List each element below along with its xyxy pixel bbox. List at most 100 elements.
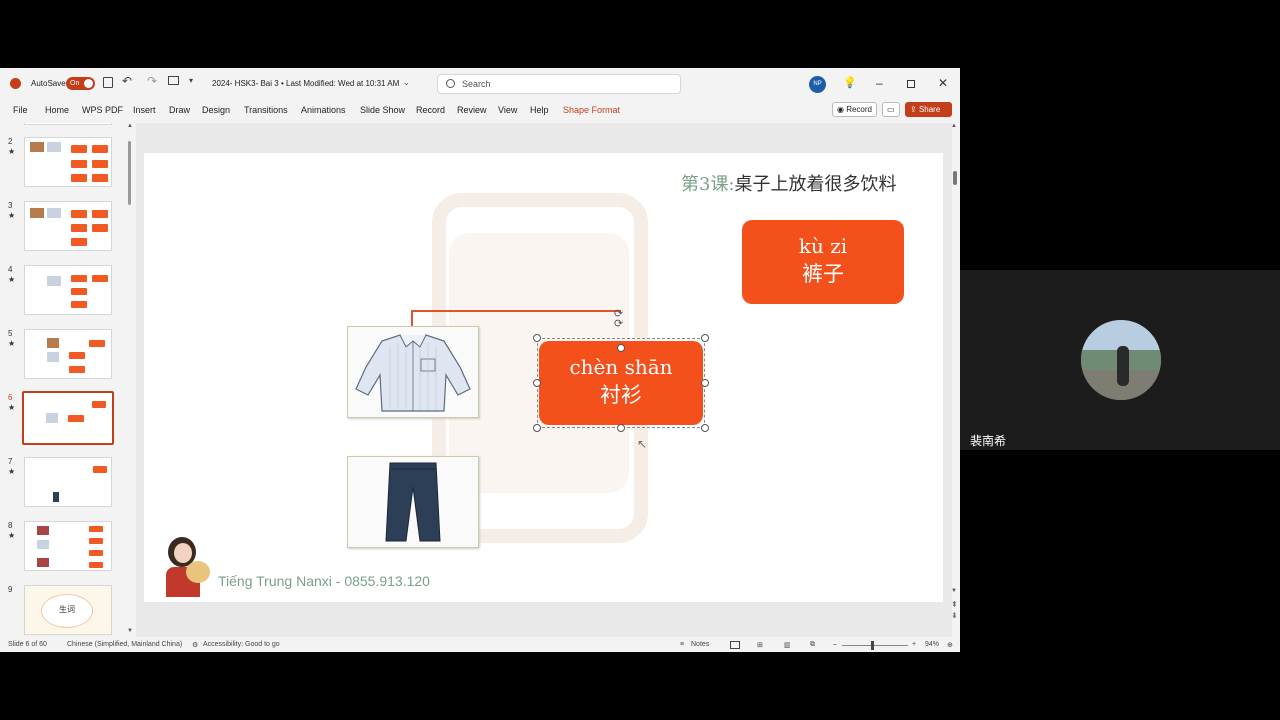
fit-slide-icon[interactable]: ⊕ <box>947 641 953 649</box>
kuzi-card[interactable]: kù zi 裤子 <box>742 220 904 304</box>
connector-line-horizontal[interactable] <box>411 310 621 312</box>
thumb-number: 5 <box>8 329 13 338</box>
resize-handle-s[interactable] <box>617 424 625 432</box>
search-box[interactable]: Search <box>437 74 681 94</box>
thumb-box <box>71 288 87 295</box>
zoom-out-icon[interactable]: – <box>833 641 837 648</box>
undo-icon[interactable]: ↶ <box>122 74 132 88</box>
redo-icon[interactable]: ↷ <box>147 74 157 88</box>
thumb-image <box>47 276 61 286</box>
footer-contact[interactable]: Tiếng Trung Nanxi - 0855.913.120 <box>218 573 430 589</box>
slide-thumb-1[interactable] <box>24 123 112 125</box>
tab-transitions[interactable]: Transitions <box>244 105 288 115</box>
next-slide-icon[interactable]: ⇟ <box>951 611 958 620</box>
thumb-box <box>71 145 87 153</box>
thumb-box <box>89 538 103 544</box>
resize-handle-ne[interactable] <box>701 334 709 342</box>
rotate-handle-icon[interactable]: ⟳ <box>614 317 623 330</box>
pants-picture[interactable] <box>347 456 479 548</box>
tab-insert[interactable]: Insert <box>133 105 156 115</box>
slide-thumb-6-selected[interactable] <box>22 391 114 445</box>
thumb-box <box>92 174 108 182</box>
thumbnail-scrollbar[interactable]: ▲ ▼ <box>127 123 133 637</box>
tab-design[interactable]: Design <box>202 105 230 115</box>
tab-home[interactable]: Home <box>45 105 69 115</box>
tab-view[interactable]: View <box>498 105 517 115</box>
chenshan-card[interactable]: chèn shān 衬衫 <box>539 341 703 425</box>
share-button[interactable]: ⇪ Share <box>905 102 952 117</box>
scroll-thumb[interactable] <box>128 141 131 205</box>
reading-view-icon[interactable]: ▥ <box>784 641 791 649</box>
slide-thumbnails-pane[interactable]: 2 ★ 3 ★ 4 ★ 5 ★ 6 ★ 7 ★ 8 ★ 9 生词 ▲ ▼ <box>0 123 136 637</box>
normal-view-icon[interactable] <box>730 641 740 649</box>
thumb-box <box>71 301 87 308</box>
minimize-button[interactable]: – <box>876 76 883 90</box>
slide-count[interactable]: Slide 6 of 60 <box>8 641 47 648</box>
scroll-up-icon[interactable]: ▲ <box>127 123 133 129</box>
video-call-panel: 裴南希 <box>960 270 1280 450</box>
slide-thumb-5[interactable] <box>24 329 112 379</box>
slide-scrollbar[interactable]: ▲ ▼ ⇞ ⇟ <box>951 123 959 637</box>
tab-record[interactable]: Record <box>416 105 445 115</box>
slide-thumb-3[interactable] <box>24 201 112 251</box>
thumb-title: 生词 <box>59 605 75 614</box>
tab-review[interactable]: Review <box>457 105 487 115</box>
slide-thumb-2[interactable] <box>24 137 112 187</box>
tab-animations[interactable]: Animations <box>301 105 346 115</box>
scroll-down-icon[interactable]: ▼ <box>127 628 133 634</box>
autosave-toggle[interactable]: On <box>66 77 95 90</box>
zoom-in-icon[interactable]: + <box>912 641 916 648</box>
customize-qat-icon[interactable]: ▾ <box>189 76 193 85</box>
scroll-down-icon[interactable]: ▼ <box>951 588 957 594</box>
teacher-illustration[interactable] <box>162 535 214 597</box>
tab-help[interactable]: Help <box>530 105 549 115</box>
participant-avatar[interactable] <box>1081 320 1161 400</box>
tab-shape-format[interactable]: Shape Format <box>563 105 620 115</box>
slide-thumb-7[interactable] <box>24 457 112 507</box>
tab-draw[interactable]: Draw <box>169 105 190 115</box>
present-icon[interactable] <box>168 76 179 85</box>
resize-handle-w[interactable] <box>533 379 541 387</box>
user-avatar[interactable]: NP <box>809 76 826 93</box>
thumb-image <box>47 142 61 152</box>
language-indicator[interactable]: Chinese (Simplified, Mainland China) <box>67 641 182 648</box>
lightbulb-icon[interactable]: 💡 <box>843 76 857 89</box>
scroll-thumb[interactable] <box>953 171 957 185</box>
prev-slide-icon[interactable]: ⇞ <box>951 600 958 609</box>
last-modified[interactable]: • Last Modified: Wed at 10:31 AM <box>281 79 399 88</box>
restore-button[interactable] <box>907 80 915 88</box>
tab-slide-show[interactable]: Slide Show <box>360 105 405 115</box>
zoom-slider-track[interactable] <box>842 645 908 646</box>
share-label: Share <box>918 105 941 114</box>
chevron-down-icon[interactable]: ⌄ <box>403 78 410 87</box>
resize-handle-nw[interactable] <box>533 334 541 342</box>
accessibility-status[interactable]: Accessibility: Good to go <box>203 641 280 648</box>
resize-handle-e[interactable] <box>701 379 709 387</box>
shirt-picture[interactable] <box>347 326 479 418</box>
slide-thumb-8[interactable] <box>24 521 112 571</box>
thumb-image <box>46 413 58 423</box>
resize-handle-se[interactable] <box>701 424 709 432</box>
slide-sorter-icon[interactable]: ⊞ <box>757 641 763 649</box>
tab-file[interactable]: File <box>13 105 28 115</box>
slideshow-icon[interactable]: ⧉ <box>810 641 815 649</box>
connector-line-vertical[interactable] <box>411 310 413 326</box>
mouse-cursor-icon: ↖ <box>637 437 648 451</box>
zoom-level[interactable]: 94% <box>925 641 939 648</box>
notes-button[interactable]: Notes <box>691 641 709 648</box>
thumb-image <box>30 142 44 152</box>
slide-thumb-4[interactable] <box>24 265 112 315</box>
comments-button[interactable]: ▭ <box>882 102 900 117</box>
resize-handle-sw[interactable] <box>533 424 541 432</box>
slide-thumb-9[interactable]: 生词 <box>24 585 112 635</box>
lesson-title[interactable]: 第3课:桌子上放着很多饮料 <box>681 170 897 196</box>
document-title[interactable]: 2024- HSK3- Bai 3 <box>212 79 279 88</box>
slide-canvas[interactable]: 第3课:桌子上放着很多饮料 kù zi 裤子 chèn shān 衬衫 ⟳ ⟳ … <box>144 153 943 602</box>
record-button[interactable]: ◉ Record <box>832 102 877 117</box>
close-button[interactable]: ✕ <box>938 76 948 90</box>
tab-wps-pdf[interactable]: WPS PDF <box>82 105 123 115</box>
resize-handle-n[interactable] <box>617 344 625 352</box>
scroll-up-icon[interactable]: ▲ <box>951 123 957 129</box>
zoom-slider-thumb[interactable] <box>871 641 874 650</box>
save-icon[interactable] <box>103 77 113 88</box>
